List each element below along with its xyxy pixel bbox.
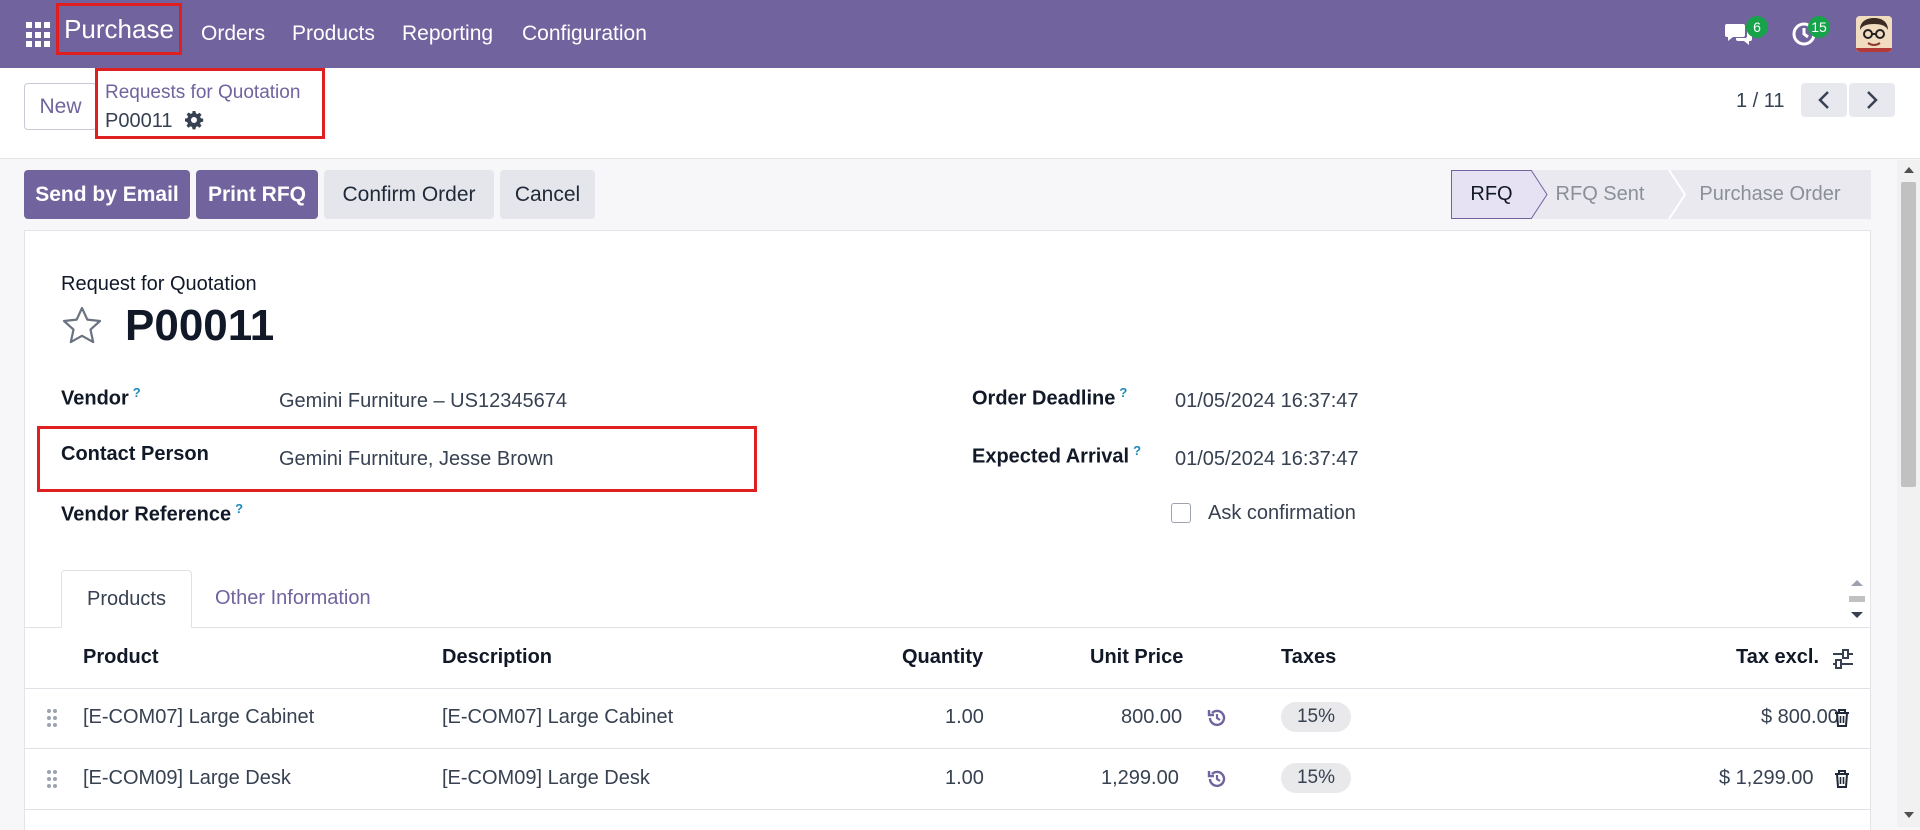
order-deadline-label: Order Deadline? bbox=[972, 385, 1128, 410]
menu-orders[interactable]: Orders bbox=[201, 22, 265, 46]
status-bar: RFQ RFQ Sent Purchase Order bbox=[1451, 170, 1871, 219]
tab-products[interactable]: Products bbox=[61, 570, 192, 628]
star-icon[interactable] bbox=[61, 305, 103, 347]
vendor-reference-label: Vendor Reference? bbox=[61, 501, 244, 526]
scroll-down-icon[interactable] bbox=[1902, 810, 1916, 820]
pager-previous-button[interactable] bbox=[1801, 83, 1847, 117]
tab-other-information[interactable]: Other Information bbox=[215, 570, 371, 627]
order-deadline-field[interactable]: 01/05/2024 16:37:47 bbox=[1175, 390, 1359, 413]
menu-reporting[interactable]: Reporting bbox=[402, 22, 493, 46]
contact-person-field[interactable]: Gemini Furniture, Jesse Brown bbox=[279, 448, 554, 471]
action-bar: Send by Email Print RFQ Confirm Order Ca… bbox=[0, 158, 1880, 232]
contact-person-label: Contact Person bbox=[61, 443, 209, 465]
chevron-right-icon bbox=[1867, 91, 1878, 109]
expected-arrival-field[interactable]: 01/05/2024 16:37:47 bbox=[1175, 448, 1359, 471]
help-tooltip-icon[interactable]: ? bbox=[1133, 443, 1141, 458]
page-scrollbar[interactable] bbox=[1897, 160, 1920, 827]
top-navbar: Purchase Orders Products Reporting Confi… bbox=[0, 0, 1920, 68]
document-type-label: Request for Quotation bbox=[61, 273, 257, 295]
pager-value[interactable]: 1 / 11 bbox=[1736, 90, 1785, 113]
print-rfq-button[interactable]: Print RFQ bbox=[196, 170, 318, 219]
scrollbar-thumb[interactable] bbox=[1901, 182, 1916, 487]
vendor-label: Vendor? bbox=[61, 385, 141, 410]
breadcrumb-parent[interactable]: Requests for Quotation bbox=[105, 82, 300, 104]
price-history-icon[interactable] bbox=[1207, 769, 1227, 789]
optional-columns-icon[interactable] bbox=[1831, 648, 1855, 670]
menu-products[interactable]: Products bbox=[292, 22, 375, 46]
user-avatar[interactable] bbox=[1856, 16, 1892, 52]
tab-scroll-icon[interactable] bbox=[1847, 574, 1867, 624]
column-quantity[interactable]: Quantity bbox=[902, 646, 983, 669]
menu-configuration[interactable]: Configuration bbox=[522, 22, 647, 46]
avatar-face-icon bbox=[1856, 16, 1892, 52]
trash-icon[interactable] bbox=[1833, 708, 1851, 728]
tax-badge[interactable]: 15% bbox=[1281, 763, 1351, 793]
help-tooltip-icon[interactable]: ? bbox=[1119, 385, 1127, 400]
scroll-up-icon[interactable] bbox=[1902, 165, 1916, 175]
table-row[interactable]: [E-COM09] Large Desk [E-COM09] Large Des… bbox=[25, 749, 1870, 810]
messages-count-badge: 6 bbox=[1746, 16, 1768, 38]
gear-icon[interactable] bbox=[184, 110, 204, 130]
cell-unit-price[interactable]: 1,299.00 bbox=[1101, 767, 1179, 790]
chevron-left-icon bbox=[1818, 91, 1829, 109]
help-tooltip-icon[interactable]: ? bbox=[235, 501, 243, 516]
table-row[interactable]: [E-COM07] Large Cabinet [E-COM07] Large … bbox=[25, 688, 1870, 749]
cell-description[interactable]: [E-COM07] Large Cabinet bbox=[442, 706, 673, 729]
vendor-field[interactable]: Gemini Furniture – US12345674 bbox=[279, 390, 567, 413]
cell-unit-price[interactable]: 800.00 bbox=[1121, 706, 1182, 729]
column-tax-excl[interactable]: Tax excl. bbox=[1736, 646, 1819, 669]
cell-product[interactable]: [E-COM07] Large Cabinet bbox=[83, 706, 314, 729]
column-taxes[interactable]: Taxes bbox=[1281, 646, 1336, 669]
cell-product[interactable]: [E-COM09] Large Desk bbox=[83, 767, 291, 790]
help-tooltip-icon[interactable]: ? bbox=[133, 385, 141, 400]
cancel-button[interactable]: Cancel bbox=[500, 170, 595, 219]
column-product[interactable]: Product bbox=[83, 646, 159, 669]
cell-subtotal: $ 1,299.00 bbox=[1719, 767, 1814, 789]
form-sheet: Request for Quotation P00011 Vendor? Gem… bbox=[24, 230, 1871, 830]
app-grid-icon[interactable] bbox=[26, 22, 52, 48]
price-history-icon[interactable] bbox=[1207, 708, 1227, 728]
new-button[interactable]: New bbox=[24, 83, 97, 130]
document-name: P00011 bbox=[125, 301, 275, 350]
trash-icon[interactable] bbox=[1833, 769, 1851, 789]
send-by-email-button[interactable]: Send by Email bbox=[24, 170, 190, 219]
cell-description[interactable]: [E-COM09] Large Desk bbox=[442, 767, 650, 790]
ask-confirmation-label: Ask confirmation bbox=[1208, 502, 1356, 524]
drag-handle-icon[interactable] bbox=[45, 708, 59, 728]
breadcrumb-current: P00011 bbox=[105, 110, 173, 132]
cell-quantity[interactable]: 1.00 bbox=[945, 706, 984, 729]
column-description[interactable]: Description bbox=[442, 646, 552, 669]
activities-count-badge: 15 bbox=[1808, 16, 1830, 38]
pager-next-button[interactable] bbox=[1849, 83, 1895, 117]
app-name[interactable]: Purchase bbox=[56, 3, 182, 55]
tax-badge[interactable]: 15% bbox=[1281, 702, 1351, 732]
ask-confirmation-checkbox[interactable] bbox=[1171, 503, 1191, 523]
expected-arrival-label: Expected Arrival? bbox=[972, 443, 1142, 468]
cell-subtotal: $ 800.00 bbox=[1761, 706, 1839, 728]
order-lines-header: Product Description Quantity Unit Price … bbox=[25, 628, 1870, 689]
column-unit-price[interactable]: Unit Price bbox=[1090, 646, 1183, 669]
confirm-order-button[interactable]: Confirm Order bbox=[324, 170, 494, 219]
stage-arrows bbox=[1530, 170, 1687, 219]
drag-handle-icon[interactable] bbox=[45, 769, 59, 789]
notebook-tabs: Products Other Information bbox=[25, 570, 1870, 628]
cell-quantity[interactable]: 1.00 bbox=[945, 767, 984, 790]
control-panel: New Requests for Quotation P00011 1 / 11 bbox=[0, 68, 1920, 159]
